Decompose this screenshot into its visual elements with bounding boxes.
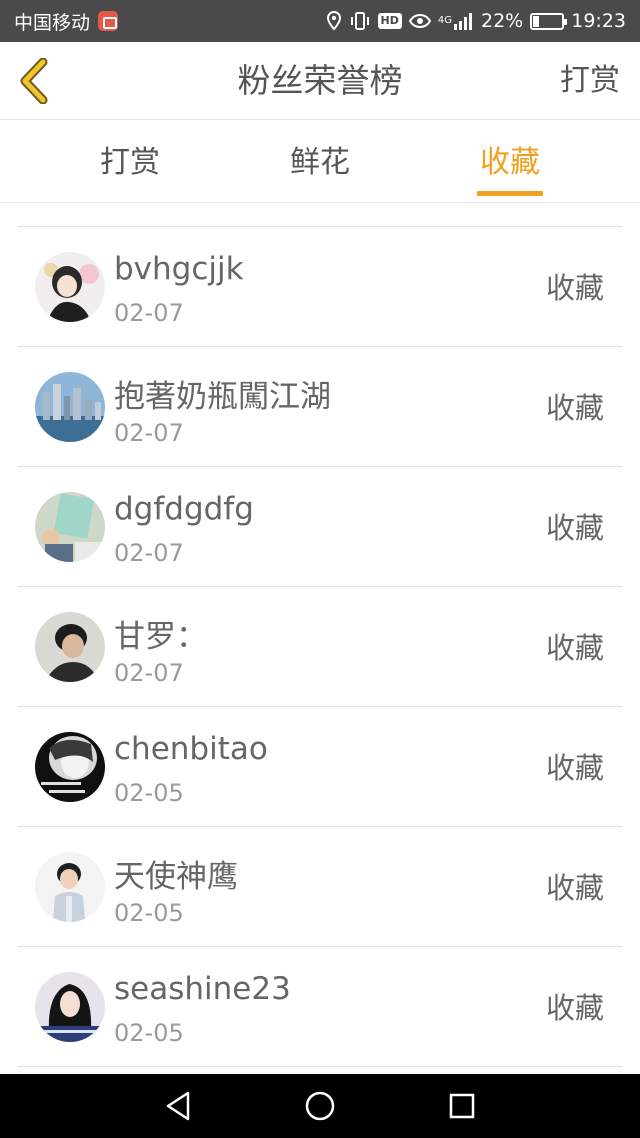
nav-home-button[interactable] (300, 1086, 340, 1126)
battery-level (533, 15, 540, 27)
nav-back-button[interactable] (158, 1086, 198, 1126)
item-date: 02-07 (114, 659, 184, 687)
item-action-label: 收藏 (545, 391, 604, 425)
status-bar: 中国移动 HD 4G 22% 19:23 (0, 0, 640, 42)
home-circle-icon (305, 1091, 335, 1121)
item-action-label: 收藏 (545, 631, 604, 665)
user-name: bvhgcjjk (114, 251, 244, 287)
recents-square-icon (449, 1093, 475, 1119)
avatar (35, 252, 105, 322)
avatar (35, 732, 105, 802)
status-bar-right: HD 4G 22% 19:23 (326, 10, 626, 32)
avatar (35, 492, 105, 562)
system-nav-bar (0, 1074, 640, 1138)
list-item[interactable]: chenbitao 02-05 收藏 (18, 707, 622, 827)
item-action-label: 收藏 (545, 511, 604, 545)
item-date: 02-07 (114, 539, 184, 567)
user-name: chenbitao (114, 731, 268, 767)
tab-flowers[interactable]: 鲜花 (250, 121, 390, 203)
reward-button[interactable]: 打赏 (560, 42, 620, 120)
signal-icon: 4G (438, 12, 474, 30)
item-action-label: 收藏 (545, 751, 604, 785)
item-date: 02-05 (114, 899, 184, 927)
back-triangle-icon (166, 1091, 190, 1121)
battery-percent: 22% (481, 10, 524, 32)
list-item[interactable]: 天使神鹰 02-05 收藏 (18, 827, 622, 947)
list-item[interactable]: seashine23 02-05 收藏 (18, 947, 622, 1067)
tab-bar: 打赏 鲜花 收藏 (0, 121, 640, 203)
user-name: dgfdgdfg (114, 491, 254, 527)
eye-comfort-icon (408, 13, 431, 29)
item-action-label: 收藏 (545, 871, 604, 905)
avatar (35, 612, 105, 682)
item-date: 02-07 (114, 419, 184, 447)
location-icon (326, 11, 342, 31)
app-notification-icon (98, 11, 119, 31)
carrier-name: 中国移动 (14, 11, 91, 34)
item-date: 02-05 (114, 1019, 184, 1047)
item-date: 02-07 (114, 299, 184, 327)
item-action-label: 收藏 (545, 991, 604, 1025)
user-name: seashine23 (114, 971, 291, 1007)
vibrate-icon (349, 11, 371, 31)
hd-icon: HD (377, 13, 402, 29)
avatar (35, 852, 105, 922)
battery-icon (530, 12, 568, 30)
clock: 19:23 (571, 10, 626, 32)
avatar (35, 372, 105, 442)
network-type-label: 4G (437, 15, 452, 26)
list-item[interactable]: 甘罗： 02-07 收藏 (18, 587, 622, 707)
list-item[interactable]: bvhgcjjk 02-07 收藏 (18, 227, 622, 347)
item-date: 02-05 (114, 779, 184, 807)
active-tab-indicator (477, 191, 543, 196)
user-name: 甘罗： (114, 619, 207, 655)
list-item[interactable]: 抱著奶瓶闖江湖 02-07 收藏 (18, 347, 622, 467)
tab-reward[interactable]: 打赏 (60, 121, 200, 203)
status-bar-left: 中国移动 (14, 8, 119, 35)
fan-list: bvhgcjjk 02-07 收藏 抱著奶瓶闖江湖 02-07 收藏 dgfdg… (18, 226, 622, 1067)
header-bar: 粉丝荣誉榜 打赏 (0, 42, 640, 120)
user-name: 抱著奶瓶闖江湖 (114, 379, 331, 415)
page-title: 粉丝荣誉榜 (237, 61, 403, 100)
nav-recents-button[interactable] (442, 1086, 482, 1126)
item-action-label: 收藏 (545, 271, 604, 305)
user-name: 天使神鹰 (114, 859, 238, 895)
list-item[interactable]: dgfdgdfg 02-07 收藏 (18, 467, 622, 587)
avatar (35, 972, 105, 1042)
